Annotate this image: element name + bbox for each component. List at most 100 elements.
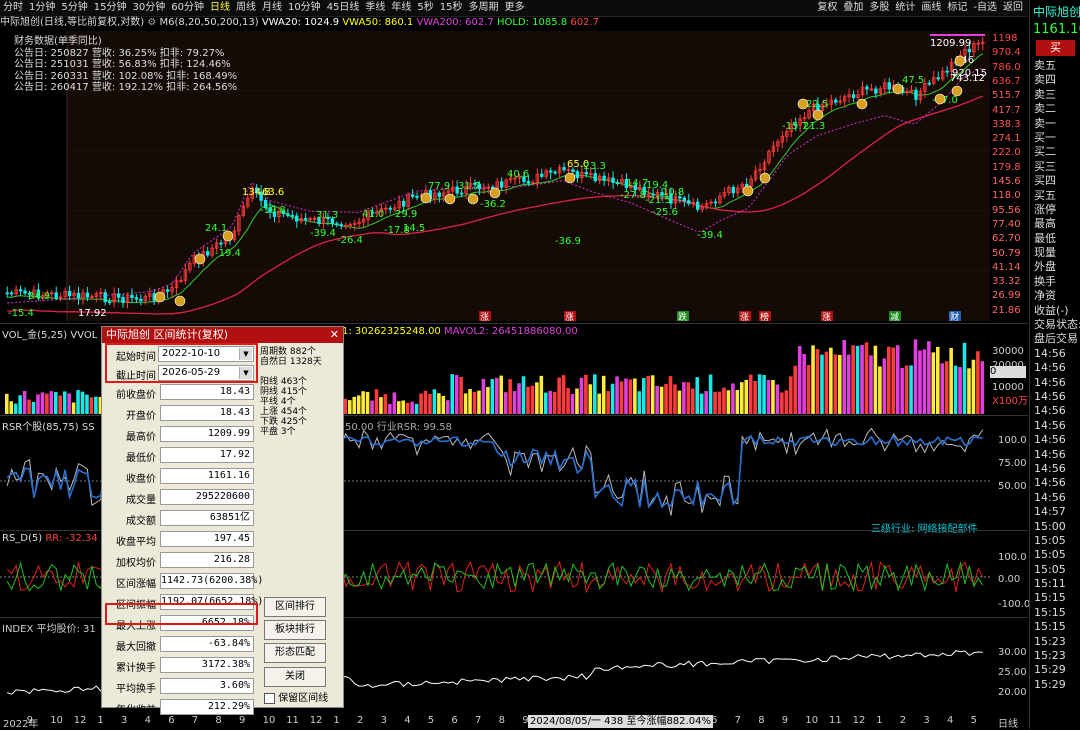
candle-body	[687, 200, 691, 204]
event-marker-icon[interactable]	[812, 109, 824, 121]
period-tab[interactable]: 日线	[207, 0, 233, 16]
fin-row: 公告日: 260331 营收: 102.08% 扣非: 168.49%	[14, 70, 238, 82]
rsd-label-group: RS_D(5) RR: -32.34	[2, 533, 98, 544]
period-tab[interactable]: 年线	[388, 0, 414, 16]
close-button[interactable]: 关闭	[264, 667, 326, 687]
buy-button[interactable]: 买	[1036, 40, 1075, 56]
volume-bar	[548, 390, 553, 414]
period-tab[interactable]: 分时	[0, 0, 26, 16]
volume-bar	[441, 395, 446, 414]
event-marker-icon[interactable]	[444, 193, 456, 205]
event-marker-icon[interactable]	[174, 295, 186, 307]
sector-rank-button[interactable]: 板块排行	[264, 620, 326, 640]
candle-body	[945, 70, 949, 73]
event-marker-icon[interactable]	[564, 172, 576, 184]
x-axis-tick: 3	[380, 715, 387, 726]
chart-annotation: -19.8	[260, 205, 286, 216]
chart-annotation: -19.4	[215, 248, 241, 259]
event-marker-icon[interactable]	[742, 185, 754, 197]
event-marker-icon[interactable]	[797, 98, 809, 110]
toolbar-action[interactable]: 标记	[944, 0, 970, 16]
event-marker-icon[interactable]	[489, 187, 501, 199]
event-marker-icon[interactable]	[954, 55, 966, 67]
event-marker-icon[interactable]	[951, 85, 963, 97]
toolbar-action[interactable]: 统计	[892, 0, 918, 16]
event-marker-icon[interactable]	[856, 98, 868, 110]
period-tab[interactable]: 10分钟	[285, 0, 324, 16]
period-tab[interactable]: 1分钟	[26, 0, 58, 16]
event-marker-icon[interactable]	[759, 172, 771, 184]
period-tab[interactable]: 季线	[362, 0, 388, 16]
toolbar-action[interactable]: 返回	[1000, 0, 1026, 16]
quote-row: 交易状态:	[1034, 318, 1080, 332]
quote-row: 买四	[1034, 174, 1056, 188]
period-tab[interactable]: 多周期	[466, 0, 502, 16]
x-axis-tick: 9	[781, 715, 789, 726]
toolbar-action[interactable]: 复权	[814, 0, 840, 16]
period-tab[interactable]: 5分钟	[58, 0, 90, 16]
keep-range-checkbox[interactable]	[264, 692, 275, 704]
event-marker-icon[interactable]	[467, 193, 479, 205]
volume-bar	[526, 386, 530, 414]
x-axis-tick: 7	[475, 715, 482, 726]
quote-price: 1161.16	[1033, 22, 1080, 37]
indicator-info-bar: 中际旭创(日线,等比前复权,对数) ⚙ M6(8,20,50,200,13) V…	[0, 16, 1028, 30]
stat-value: 295220600	[160, 489, 254, 505]
toolbar-action[interactable]: -自选	[970, 0, 1000, 16]
volume-bar	[878, 366, 882, 414]
volume-bar	[428, 393, 432, 414]
volume-bar	[588, 384, 593, 414]
quote-row: 15:15	[1034, 620, 1066, 634]
toolbar-action[interactable]: 画线	[918, 0, 944, 16]
stat-label: 前收盘价	[116, 390, 156, 401]
candle-body	[219, 242, 223, 245]
period-tab[interactable]: 15秒	[437, 0, 466, 16]
toolbar-action[interactable]: 多股	[866, 0, 892, 16]
candle-body	[339, 224, 344, 227]
close-icon[interactable]: ✕	[330, 327, 339, 343]
event-marker-icon[interactable]	[154, 291, 166, 303]
quote-row: 14:56	[1034, 447, 1066, 461]
buy-button-label: 买	[1050, 41, 1061, 54]
volume-bar	[535, 382, 539, 414]
period-tab[interactable]: 周线	[233, 0, 259, 16]
candle-body	[562, 167, 566, 171]
volume-bar	[842, 339, 847, 414]
dialog-title: 中际旭创 区间统计(复权)	[106, 328, 229, 341]
rsr-axis-tick: 100.0	[998, 435, 1027, 446]
event-tag-label: 涨	[480, 312, 489, 321]
range-stats-dialog[interactable]: 中际旭创 区间统计(复权) ✕ 起始时间 2022-10-10 ▼ 截止时间 2…	[101, 326, 344, 716]
stat-value: 3172.38%	[160, 657, 254, 673]
dialog-titlebar[interactable]: 中际旭创 区间统计(复权) ✕	[102, 327, 343, 343]
event-marker-icon[interactable]	[892, 83, 904, 95]
period-tab[interactable]: 45日线	[324, 0, 363, 16]
candle-body	[335, 223, 339, 226]
period-tab[interactable]: 60分钟	[168, 0, 207, 16]
period-tab[interactable]: 15分钟	[91, 0, 130, 16]
chart-annotation: 14.7	[626, 178, 648, 189]
gear-icon[interactable]: ⚙	[147, 17, 156, 28]
period-tab[interactable]: 5秒	[414, 0, 436, 16]
period-tab[interactable]: 月线	[259, 0, 285, 16]
price-axis-tick: 50.79	[992, 247, 1021, 259]
event-marker-icon[interactable]	[420, 192, 432, 204]
quote-panel: 中际旭创 1161.16 买 卖五卖四卖三卖二卖一买一买二买三买四买五涨停最高最…	[1029, 0, 1080, 729]
event-marker-icon[interactable]	[934, 93, 946, 105]
volume-bar	[71, 402, 76, 414]
range-rank-button[interactable]: 区间排行	[264, 597, 326, 617]
quote-row: 14:56	[1034, 361, 1066, 375]
volume-bar	[388, 403, 392, 414]
vol-axis-unit: X100万	[992, 396, 1028, 407]
toolbar-action[interactable]: 叠加	[840, 0, 866, 16]
period-tab[interactable]: 30分钟	[129, 0, 168, 16]
volume-bar	[904, 365, 909, 414]
count-item: 平线 4个	[260, 397, 296, 407]
period-toolbar: 分时 1分钟 5分钟 15分钟 30分钟 60分钟 日线 周线 月线 10分钟 45日线 季线 年线 5秒…	[0, 0, 1028, 17]
pattern-match-button[interactable]: 形态匹配	[264, 643, 326, 663]
candle-body	[834, 99, 838, 103]
keep-range-option[interactable]: 保留区间线	[264, 689, 328, 704]
event-marker-icon[interactable]	[222, 230, 234, 242]
event-marker-icon[interactable]	[194, 253, 206, 265]
volume-bar	[793, 365, 798, 414]
period-tab[interactable]: 更多	[502, 0, 528, 16]
